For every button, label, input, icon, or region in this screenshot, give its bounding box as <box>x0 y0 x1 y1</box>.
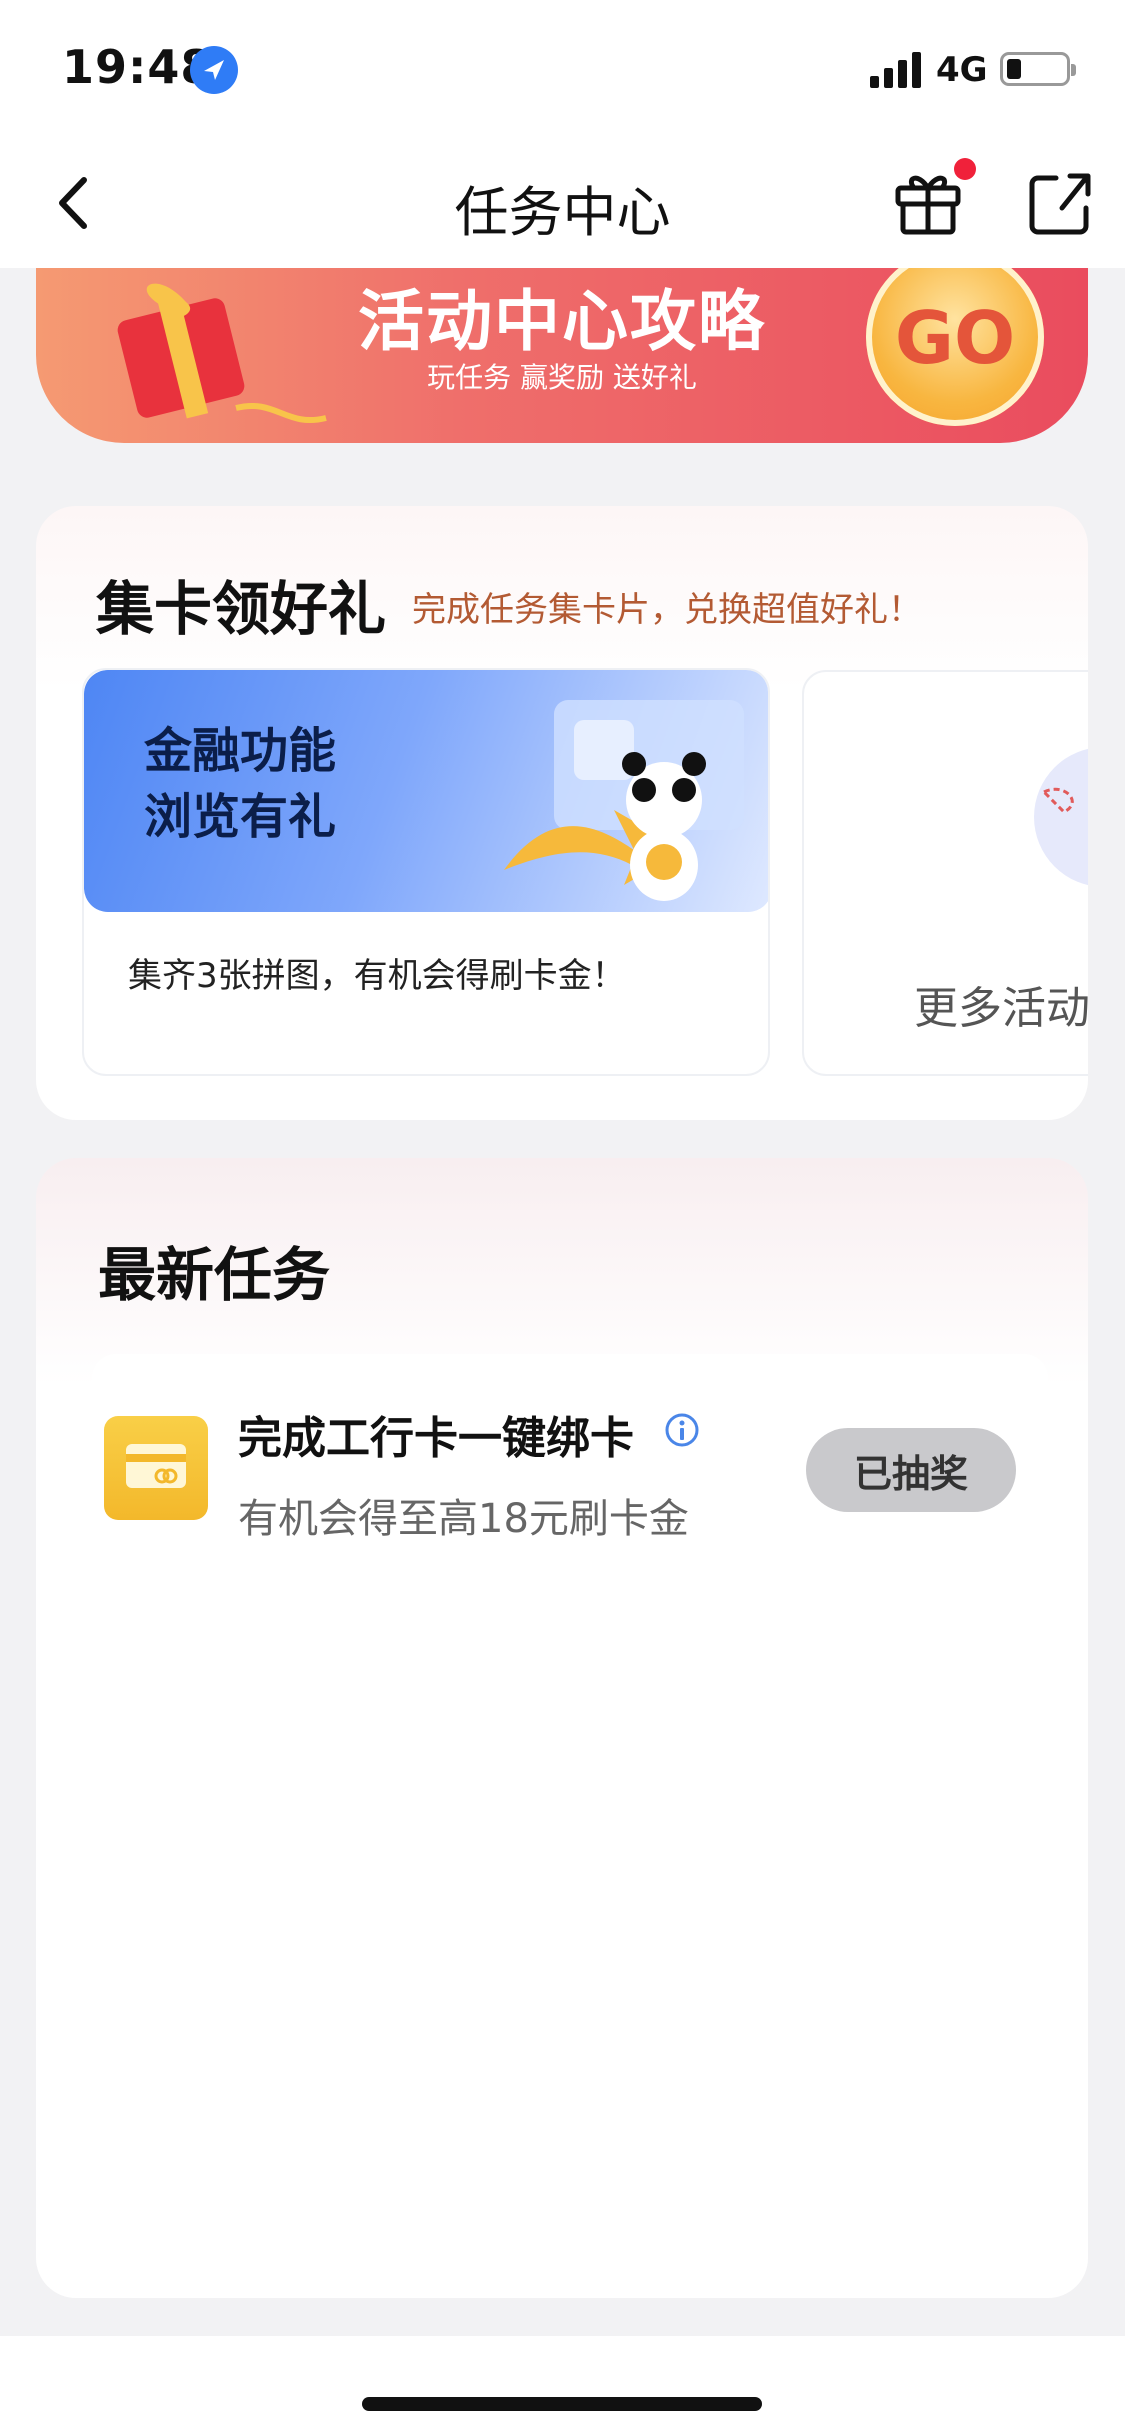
info-icon[interactable] <box>664 1412 700 1448</box>
activity-guide-banner[interactable]: 活动中心攻略 玩任务 赢奖励 送好礼 GO <box>36 268 1088 443</box>
panda-mascot-illustration <box>504 700 744 901</box>
more-activities-label: 更多活动 <box>914 983 1088 1034</box>
share-icon[interactable] <box>1022 164 1098 240</box>
go-button[interactable]: GO <box>866 268 1044 426</box>
cellular-signal-icon <box>870 52 921 88</box>
section-title: 集卡领好礼 <box>96 575 387 643</box>
battery-icon <box>1000 52 1076 86</box>
nav-bar: 任务中心 <box>0 140 1125 268</box>
task-status-button[interactable]: 已抽奖 <box>806 1428 1016 1512</box>
network-type: 4G <box>936 50 988 90</box>
more-activities-illustration <box>1034 748 1088 886</box>
task-row[interactable]: 完成工行卡一键绑卡 有机会得至高18元刷卡金 已抽奖 <box>92 1354 1048 1544</box>
section-title: 最新任务 <box>98 1241 331 1309</box>
activity-card-banner: 金融功能 浏览有礼 <box>84 670 768 912</box>
more-activities-card[interactable]: 更多活动 <box>802 670 1088 1076</box>
activity-card-description: 集齐3张拼图，有机会得刷卡金！ <box>128 956 626 996</box>
card-bind-icon <box>104 1416 208 1520</box>
home-indicator <box>362 2397 762 2411</box>
activity-card-title: 金融功能 浏览有礼 <box>144 723 337 845</box>
go-label: GO <box>894 296 1016 380</box>
status-bar: 19:48 4G <box>0 0 1125 140</box>
location-arrow-icon <box>190 46 238 94</box>
bottom-safe-area <box>0 2336 1125 2435</box>
task-subtitle: 有机会得至高18元刷卡金 <box>238 1496 689 1542</box>
latest-tasks-section: 最新任务 完成工行卡一键绑卡 有机会得至高18元刷卡金 已抽奖 <box>36 1158 1088 2298</box>
collect-cards-section: 集卡领好礼 完成任务集卡片，兑换超值好礼！ 金融功能 浏览有礼 集齐3张拼图，有… <box>36 506 1088 1120</box>
activity-card[interactable]: 金融功能 浏览有礼 集齐3张拼图，有机会得刷卡金！ <box>82 668 770 1076</box>
notification-dot <box>954 158 976 180</box>
task-title: 完成工行卡一键绑卡 <box>238 1413 634 1464</box>
section-subtitle: 完成任务集卡片，兑换超值好礼！ <box>412 590 922 630</box>
